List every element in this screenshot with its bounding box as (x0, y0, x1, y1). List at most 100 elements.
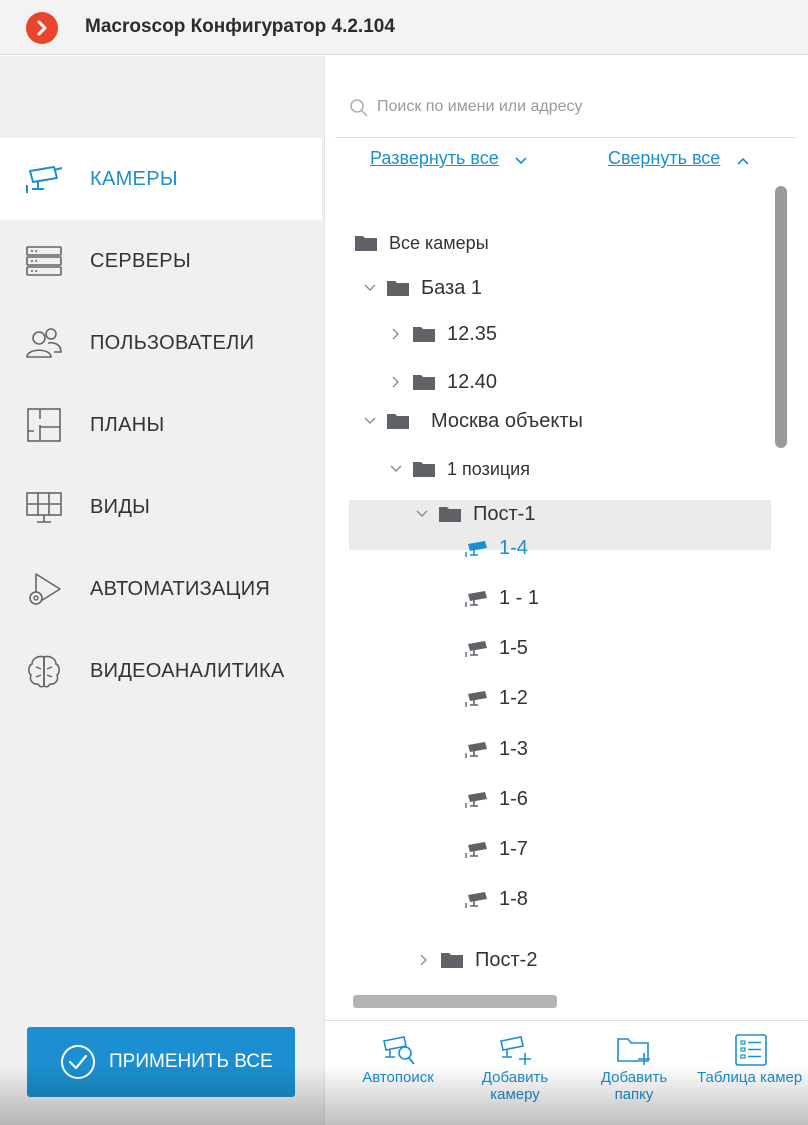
tree-camera-item[interactable]: 1-2 (465, 678, 528, 718)
folder-icon (441, 953, 463, 968)
add-folder-icon (617, 1038, 650, 1065)
camera-table-button[interactable]: Таблица камер (697, 1033, 808, 1086)
chevron-up-icon[interactable] (735, 153, 751, 169)
autosearch-button[interactable]: Автопоиск (353, 1033, 443, 1086)
table-list-icon (735, 1034, 767, 1066)
camera-icon (465, 742, 487, 758)
camera-icon (465, 541, 487, 557)
tree-item-label: Все камеры (389, 232, 489, 253)
app-logo-icon (26, 12, 58, 44)
sidebar-item-servers[interactable]: СЕРВЕРЫ (0, 220, 322, 302)
sidebar-item-label: ПОЛЬЗОВАТЕЛИ (90, 332, 255, 354)
tree-folder-item[interactable]: Москва объекты (363, 401, 583, 441)
tree-item-label: База 1 (421, 276, 482, 299)
vertical-scrollbar[interactable] (775, 186, 787, 448)
tree-item-label: 1-7 (499, 837, 528, 860)
folder-icon (387, 414, 409, 429)
horizontal-scrollbar[interactable] (353, 995, 557, 1008)
camera-icon (465, 892, 487, 908)
apply-all-label: ПРИМЕНИТЬ ВСЕ (109, 1051, 273, 1072)
sidebar-item-plans[interactable]: ПЛАНЫ (0, 384, 322, 466)
chevron-right-icon[interactable] (417, 953, 431, 967)
sidebar-item-users[interactable]: ПОЛЬЗОВАТЕЛИ (0, 302, 322, 384)
tree-camera-item[interactable]: 1-8 (465, 879, 528, 919)
tree-item-label: 1 - 1 (499, 586, 540, 609)
tree-item-label: 1-5 (499, 636, 528, 659)
sidebar-item-label: КАМЕРЫ (90, 168, 178, 190)
tree-folder-item[interactable]: 1 позиция (389, 449, 530, 489)
automation-icon (29, 573, 61, 605)
cameras-panel: Развернуть все Свернуть все Все камеры Ба… (324, 56, 808, 1125)
tree-camera-item[interactable]: 1-3 (465, 729, 528, 769)
tree-folder-item[interactable]: База 1 (363, 268, 482, 308)
chevron-right-icon[interactable] (389, 375, 403, 389)
sidebar-item-label: ВИДЫ (90, 496, 151, 518)
add-folder-button[interactable]: Добавить папку (589, 1033, 679, 1103)
tree-item-label: Пост-1 (473, 502, 536, 525)
tree-folder-item[interactable]: 12.35 (389, 314, 497, 354)
chevron-down-icon[interactable] (363, 414, 377, 428)
camera-search-icon (383, 1036, 415, 1065)
tree-folder-item[interactable]: Пост-2 (417, 940, 537, 980)
camera-icon (465, 842, 487, 858)
sidebar-item-video-analytics[interactable]: ВИДЕОАНАЛИТИКА (0, 630, 322, 712)
sidebar-item-views[interactable]: ВИДЫ (0, 466, 322, 548)
tree-folder-item[interactable]: Все камеры (355, 223, 489, 263)
camera-icon (465, 591, 487, 607)
check-circle-icon (61, 1045, 95, 1079)
camera-icon (26, 166, 63, 193)
server-icon (26, 246, 62, 276)
folder-icon (413, 462, 435, 477)
add-camera-icon (500, 1036, 531, 1065)
sidebar-item-label: СЕРВЕРЫ (90, 250, 191, 272)
tree-camera-item[interactable]: 1-4 (465, 528, 528, 568)
sidebar-item-cameras[interactable]: КАМЕРЫ (0, 138, 322, 220)
camera-icon (465, 641, 487, 657)
floorplan-icon (27, 408, 61, 442)
chevron-down-icon[interactable] (513, 153, 529, 169)
chevron-right-icon[interactable] (389, 327, 403, 341)
title-bar: Macroscop Конфигуратор 4.2.104 (0, 0, 808, 55)
chevron-down-icon[interactable] (363, 281, 377, 295)
tree-item-label: 1-8 (499, 887, 528, 910)
users-icon (26, 328, 62, 358)
search-box (335, 66, 797, 138)
folder-icon (387, 281, 409, 296)
folder-icon (413, 375, 435, 390)
layout-view-icon (26, 492, 62, 523)
app-title: Macroscop Конфигуратор 4.2.104 (85, 16, 395, 37)
tree-camera-item[interactable]: 1 - 1 (465, 578, 539, 618)
search-input[interactable] (377, 90, 777, 124)
expand-all-link[interactable]: Развернуть все (370, 148, 499, 169)
folder-icon (413, 327, 435, 342)
bottom-toolbar: Автопоиск Добавить камеру Добавить папку (325, 1020, 808, 1125)
tree-item-label: 1-2 (499, 686, 528, 709)
tree-folder-item[interactable]: 12.40 (389, 362, 497, 402)
add-camera-button[interactable]: Добавить камеру (470, 1033, 560, 1103)
camera-icon (465, 691, 487, 707)
sidebar: КАМЕРЫ СЕРВЕРЫ ПОЛЬЗОВАТЕЛИ ПЛАНЫ ВИДЫ А… (0, 56, 324, 1125)
chevron-down-icon[interactable] (415, 507, 429, 521)
tree-item-label: 1-4 (499, 536, 528, 559)
brain-icon (28, 655, 60, 688)
selected-row-highlight (349, 500, 771, 550)
sidebar-item-label: АВТОМАТИЗАЦИЯ (90, 578, 271, 600)
tree-item-label: 1 позиция (447, 458, 530, 479)
tree-camera-item[interactable]: 1-7 (465, 829, 528, 869)
chevron-down-icon[interactable] (389, 462, 403, 476)
folder-icon (355, 236, 377, 251)
tree-item-label: Москва объекты (431, 409, 583, 432)
tree-item-label: Пост-2 (475, 948, 538, 971)
sidebar-item-label: ВИДЕОАНАЛИТИКА (90, 660, 285, 682)
sidebar-item-automation[interactable]: АВТОМАТИЗАЦИЯ (0, 548, 322, 630)
camera-tree: Все камеры База 1 12.35 12.40 Москва объекты… (325, 186, 808, 1006)
camera-icon (465, 792, 487, 808)
search-icon (350, 99, 368, 117)
collapse-all-link[interactable]: Свернуть все (608, 148, 720, 169)
tree-camera-item[interactable]: 1-5 (465, 628, 528, 668)
tree-item-label: 1-6 (499, 787, 528, 810)
tree-camera-item[interactable]: 1-6 (465, 779, 528, 819)
apply-all-button[interactable]: ПРИМЕНИТЬ ВСЕ (27, 1027, 295, 1097)
tree-item-label: 12.40 (447, 370, 498, 393)
sidebar-item-label: ПЛАНЫ (90, 414, 165, 436)
